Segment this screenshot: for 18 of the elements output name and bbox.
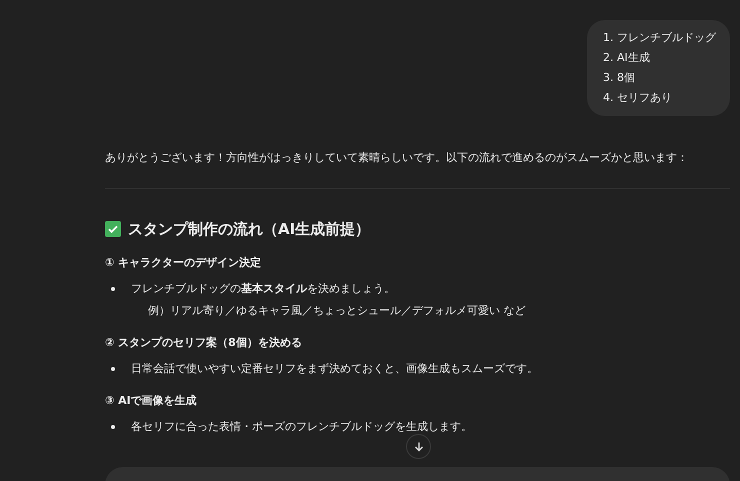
- step-title: ① キャラクターのデザイン決定: [105, 255, 262, 271]
- scroll-down-button[interactable]: [406, 434, 431, 459]
- section-heading: スタンプ制作の流れ（AI生成前提）: [128, 219, 370, 239]
- assistant-paragraph: ありがとうございます！方向性がはっきりしていて素晴らしいです。以下の流れで進めるのがスムーズかと思います：: [105, 150, 689, 166]
- message-line: 2. AI生成: [603, 50, 651, 66]
- step-title: ③ AIで画像を生成: [105, 393, 198, 409]
- bullet-dot: [111, 367, 115, 371]
- bullet-text: 日常会話で使いやすい定番セリフをまず決めておくと、画像生成もスムーズです。: [131, 361, 538, 377]
- message-line: 1. フレンチブルドッグ: [603, 30, 716, 46]
- message-line: 3. 8個: [603, 70, 636, 86]
- bullet-dot: [111, 425, 115, 429]
- message-line: 4. セリフあり: [603, 90, 673, 106]
- step-title: ② スタンプのセリフ案（8個）を決める: [105, 335, 303, 351]
- bullet-dot: [111, 287, 115, 291]
- arrow-down-icon: [412, 440, 424, 452]
- bullet-text: 各セリフに合った表情・ポーズのフレンチブルドッグを生成します。: [131, 419, 472, 435]
- example-note: 例）リアル寄り／ゆるキャラ風／ちょっとシュール／デフォルメ可愛い など: [148, 303, 526, 319]
- bullet-text: フレンチブルドッグの基本スタイルを決めましょう。: [131, 281, 395, 297]
